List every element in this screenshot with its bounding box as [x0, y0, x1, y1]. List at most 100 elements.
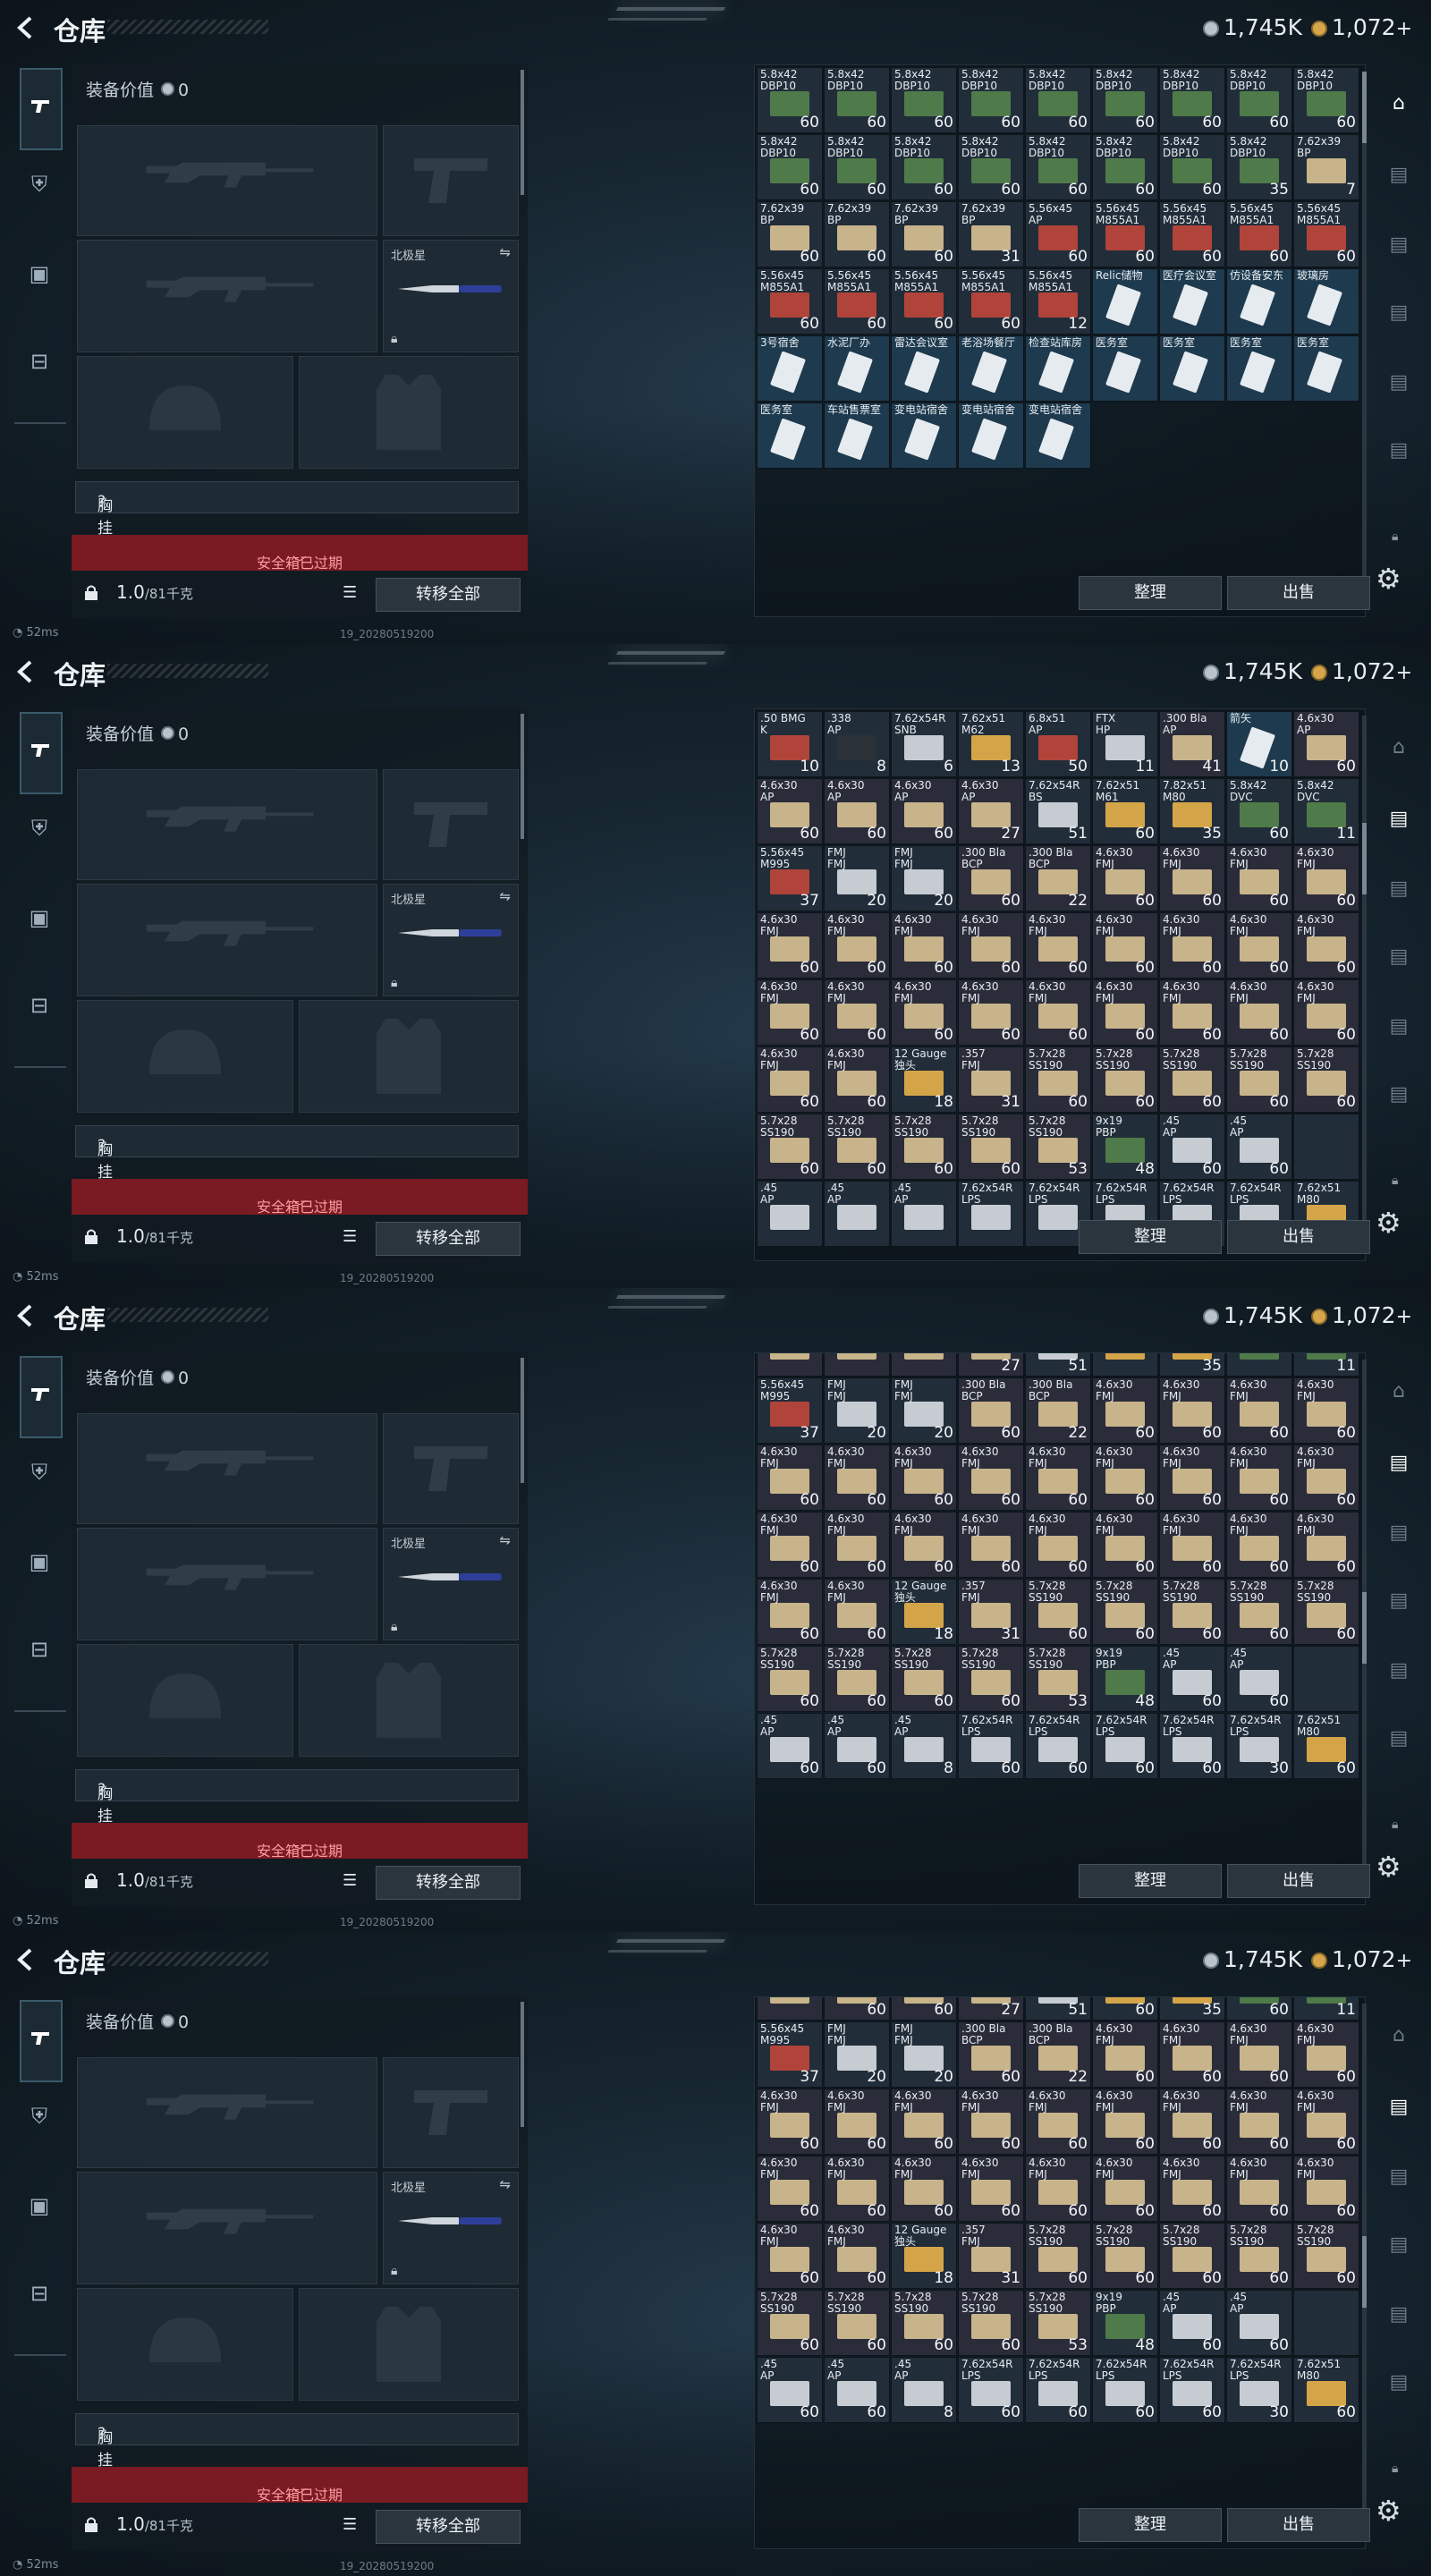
ammo-item-cell[interactable]: 4.6x30 FMJ 60: [757, 912, 823, 979]
key-item-cell[interactable]: 雷达会议室: [891, 335, 957, 402]
primary-weapon-slot[interactable]: [77, 1413, 377, 1524]
ammo-item-cell[interactable]: 5.8x42 DBP10 60: [1025, 134, 1091, 200]
ammo-item-cell[interactable]: .45 AP 60: [1159, 1646, 1225, 1712]
ammo-item-cell[interactable]: 5.56x45 M855A1 60: [757, 268, 823, 335]
ammo-item-cell[interactable]: 5.56x45 M995 37: [757, 2021, 823, 2088]
ammo-item-cell[interactable]: 11: [1293, 1997, 1359, 2021]
ammo-item-cell[interactable]: 4.6x30 FMJ 60: [824, 912, 890, 979]
ammo-item-cell[interactable]: .300 Bla BCP 60: [958, 845, 1024, 911]
add-gold-button[interactable]: +: [1396, 1306, 1412, 1328]
list-icon[interactable]: ☰: [343, 1871, 360, 1890]
tab-weapons[interactable]: [20, 2000, 63, 2082]
list-icon[interactable]: ☰: [343, 1227, 360, 1246]
ammo-item-cell[interactable]: 7.62x54R LPS 60: [1092, 2357, 1158, 2423]
key-item-cell[interactable]: 变电站宿舍: [958, 402, 1024, 469]
secondary-weapon-slot[interactable]: [383, 1413, 519, 1524]
secondary-weapon-slot[interactable]: [383, 125, 519, 236]
key-item-cell[interactable]: 医务室: [1092, 335, 1158, 402]
tab-backpack[interactable]: ▣: [20, 898, 59, 937]
ammo-item-cell[interactable]: 4.6x30 FMJ 60: [824, 2223, 890, 2289]
gold-currency[interactable]: 1,072+: [1311, 1946, 1412, 1972]
ammo-item-cell[interactable]: 5.7x28 SS190 53: [1025, 1646, 1091, 1712]
armor-slot[interactable]: [299, 1000, 519, 1113]
ammo-item-cell[interactable]: .300 Bla BCP 22: [1025, 2021, 1091, 2088]
transfer-all-button[interactable]: 转移全部: [376, 578, 521, 612]
ammo-item-cell[interactable]: 5.8x42 DBP10 60: [958, 134, 1024, 200]
ammo-item-cell[interactable]: 5.7x28 SS190 60: [1226, 1046, 1292, 1113]
ammo-item-cell[interactable]: 7.62x54R LPS 60: [1025, 1713, 1091, 1779]
back-arrow-icon[interactable]: [13, 1946, 39, 1973]
gear-icon[interactable]: ⚙: [1376, 2494, 1401, 2528]
ammo-item-cell[interactable]: FMJ FMJ 20: [824, 845, 890, 911]
stash-home-icon[interactable]: ⌂: [1381, 1374, 1417, 1410]
ammo-item-cell[interactable]: [757, 1353, 823, 1377]
ammo-item-cell[interactable]: 4.6x30 FMJ 60: [1226, 2156, 1292, 2222]
ammo-item-cell[interactable]: 12 Gauge 独头 18: [891, 1579, 957, 1645]
ammo-item-cell[interactable]: 5.7x28 SS190 60: [958, 1646, 1024, 1712]
ammo-item-cell[interactable]: 5.8x42 DBP10 60: [757, 67, 823, 133]
primary-weapon-slot[interactable]: [77, 769, 377, 880]
sell-button[interactable]: 出售: [1227, 576, 1370, 610]
ammo-item-cell[interactable]: 4.6x30 FMJ 60: [891, 2156, 957, 2222]
ammo-item-cell[interactable]: 5.8x42 DBP10 60: [958, 67, 1024, 133]
ammo-item-cell[interactable]: 5.7x28 SS190 60: [891, 1114, 957, 1180]
stash-page-2-icon[interactable]: ▤: [1381, 227, 1417, 263]
ammo-item-cell[interactable]: 4.6x30 FMJ 60: [1293, 979, 1359, 1046]
ammo-item-cell[interactable]: 4.6x30 FMJ 60: [1226, 845, 1292, 911]
gear-icon[interactable]: ⚙: [1376, 562, 1401, 596]
ammo-item-cell[interactable]: 4.6x30 FMJ 60: [824, 1046, 890, 1113]
ammo-item-cell[interactable]: .45 AP: [824, 1181, 890, 1247]
ammo-item-cell[interactable]: 5.8x42 DBP10 60: [1025, 67, 1091, 133]
key-item-cell[interactable]: 变电站宿舍: [891, 402, 957, 469]
safe-box-expired-banner[interactable]: 安全箱已过期 ﹀: [72, 2467, 528, 2504]
list-icon[interactable]: ☰: [343, 2515, 360, 2534]
ammo-item-cell[interactable]: 4.6x30 FMJ 60: [1226, 1445, 1292, 1511]
ammo-item-cell[interactable]: 4.6x30 FMJ 60: [958, 2156, 1024, 2222]
ammo-item-cell[interactable]: [1226, 1353, 1292, 1377]
ammo-item-cell[interactable]: 5.7x28 SS190 60: [1293, 1046, 1359, 1113]
stash-home-icon[interactable]: ⌂: [1381, 730, 1417, 766]
back-arrow-icon[interactable]: [13, 1302, 39, 1329]
ammo-item-cell[interactable]: .45 AP 8: [891, 2357, 957, 2423]
ammo-item-cell[interactable]: 4.6x30 FMJ 60: [824, 1512, 890, 1578]
ammo-item-cell[interactable]: 5.7x28 SS190 60: [1226, 1579, 1292, 1645]
ammo-item-cell[interactable]: 4.6x30 FMJ 60: [1226, 2089, 1292, 2155]
add-gold-button[interactable]: +: [1396, 18, 1412, 40]
ammo-item-cell[interactable]: .45 AP 8: [891, 1713, 957, 1779]
primary-weapon-slot[interactable]: [77, 125, 377, 236]
stash-scrollbar-thumb[interactable]: [1362, 823, 1367, 894]
stash-page-2-icon[interactable]: ▤: [1381, 2159, 1417, 2195]
armor-slot[interactable]: [299, 356, 519, 469]
stash-page-3-icon[interactable]: ▤: [1381, 1583, 1417, 1619]
ammo-item-cell[interactable]: 5.8x42 DBP10 60: [824, 134, 890, 200]
ammo-item-cell[interactable]: 5.8x42 DBP10 35: [1226, 134, 1292, 200]
ammo-item-cell[interactable]: 5.7x28 SS190 60: [1092, 1046, 1158, 1113]
stash-page-2-icon[interactable]: ▤: [1381, 1515, 1417, 1551]
ammo-item-cell[interactable]: 4.6x30 FMJ 60: [1293, 1512, 1359, 1578]
helmet-slot[interactable]: [77, 2288, 293, 2401]
loadout-scrollbar[interactable]: [521, 2002, 524, 2127]
ammo-item-cell[interactable]: 4.6x30 FMJ 60: [958, 912, 1024, 979]
ammo-item-cell[interactable]: .45 AP 60: [1159, 1114, 1225, 1180]
ammo-item-cell[interactable]: 5.7x28 SS190 60: [1293, 1579, 1359, 1645]
ammo-item-cell[interactable]: 51: [1025, 1353, 1091, 1377]
stash-page-4-icon[interactable]: ▤: [1381, 1653, 1417, 1689]
ammo-item-cell[interactable]: 5.8x42 DBP10 60: [1092, 134, 1158, 200]
ammo-item-cell[interactable]: 5.7x28 SS190 60: [1092, 1579, 1158, 1645]
swap-icon[interactable]: ⇋: [499, 2176, 511, 2192]
stash-scrollbar-thumb[interactable]: [1362, 2236, 1367, 2308]
ammo-item-cell[interactable]: .45 AP 60: [1226, 1646, 1292, 1712]
ammo-item-cell[interactable]: 4.6x30 FMJ 60: [1159, 1512, 1225, 1578]
ammo-item-cell[interactable]: .300 Bla AP 41: [1159, 711, 1225, 777]
ammo-item-cell[interactable]: 4.6x30 FMJ 60: [1159, 2089, 1225, 2155]
ammo-item-cell[interactable]: 4.6x30 FMJ 60: [1092, 1377, 1158, 1444]
ammo-item-cell[interactable]: 27: [958, 1997, 1024, 2021]
ammo-item-cell[interactable]: 5.8x42 DBP10 60: [1159, 134, 1225, 200]
ammo-item-cell[interactable]: 5.56x45 M855A1 60: [1226, 201, 1292, 267]
tertiary-weapon-slot[interactable]: [77, 2172, 377, 2284]
ammo-item-cell[interactable]: .45 AP 60: [1226, 2290, 1292, 2356]
ammo-item-cell[interactable]: 7.62x39 BP 31: [958, 201, 1024, 267]
chest-rig-slot[interactable]: 胸挂 ?: [75, 1125, 519, 1182]
ammo-item-cell[interactable]: .45 AP 60: [757, 2357, 823, 2423]
ammo-item-cell[interactable]: 4.6x30 FMJ 60: [824, 1445, 890, 1511]
